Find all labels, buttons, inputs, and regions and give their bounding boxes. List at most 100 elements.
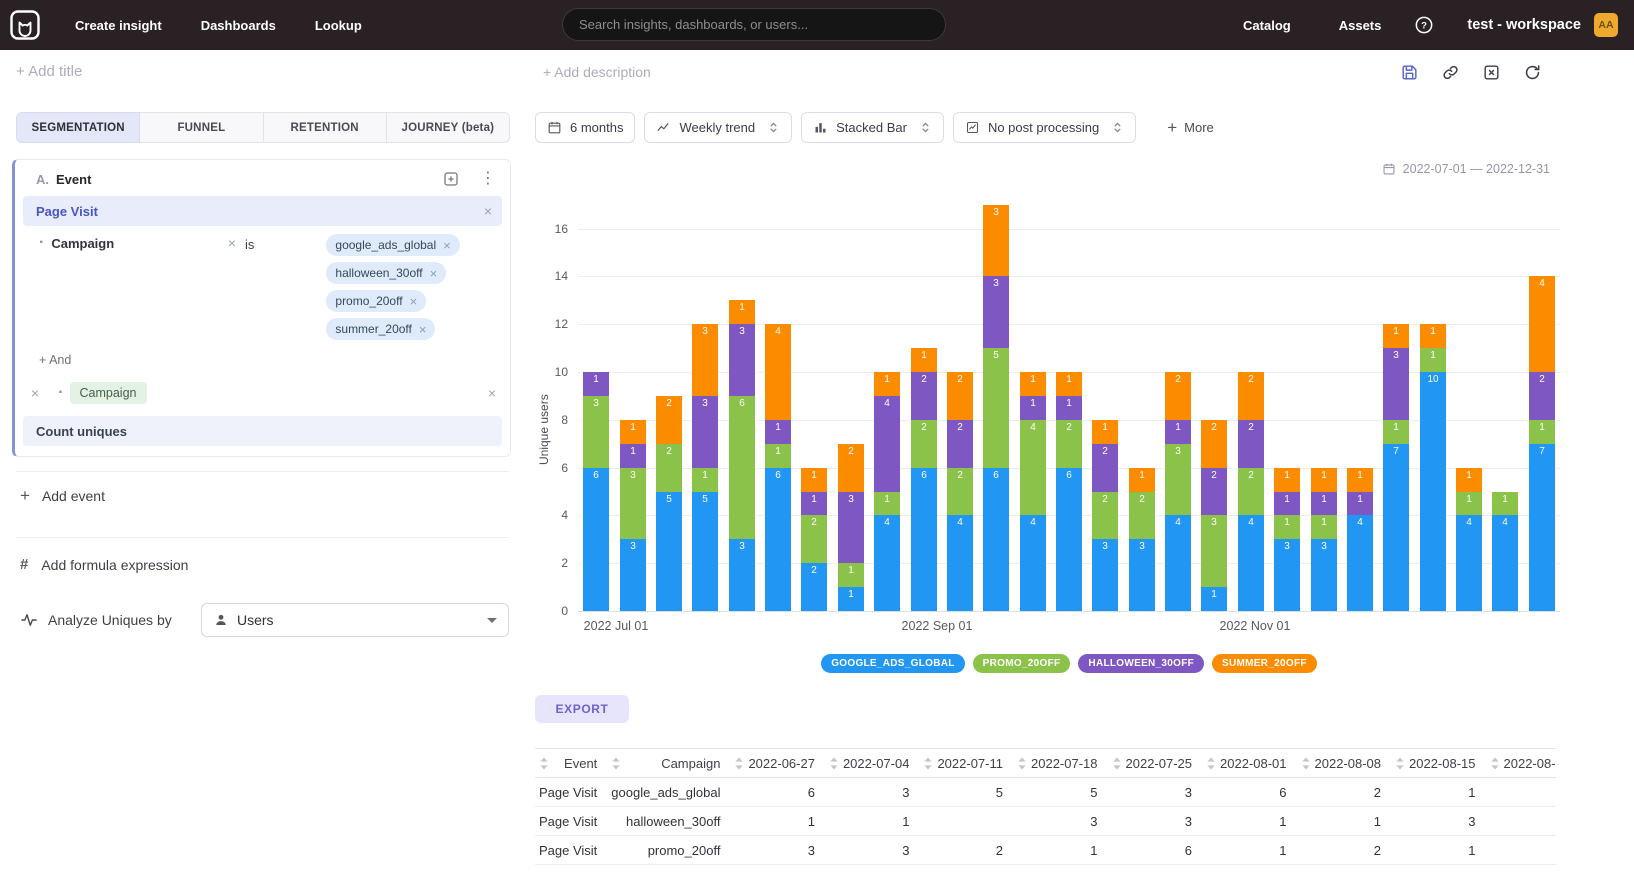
sort-icon[interactable] [829,757,839,770]
filter-value-chip[interactable]: google_ads_global× [326,234,459,256]
remove-event-icon[interactable]: × [484,204,492,218]
bar-segment-promo_20off[interactable] [1020,420,1046,516]
bar-segment-summer_20off[interactable] [1311,468,1337,492]
bar-segment-promo_20off[interactable] [1274,515,1300,539]
search-input[interactable] [579,17,929,32]
column-header[interactable]: 2022-07-11 [919,749,1013,778]
tab-retention[interactable]: RETENTION [263,112,387,143]
bar-segment-promo_20off[interactable] [656,444,682,492]
filter-value-chip[interactable]: promo_20off× [326,290,426,312]
bar-segment-halloween_30off[interactable] [1311,492,1337,516]
help-icon[interactable]: ? [1414,15,1434,35]
filter-value-chip[interactable]: summer_20off× [326,318,435,340]
legend-pill-halloween_30off[interactable]: HALLOWEEN_30OFF [1078,654,1204,673]
column-header[interactable]: 2022-07-25 [1108,749,1203,778]
bar-segment-summer_20off[interactable] [1347,468,1373,492]
bar-segment-promo_20off[interactable] [692,468,718,492]
tab-journey-beta[interactable]: JOURNEY (beta) [386,112,510,143]
filter-operator[interactable]: is [245,237,254,252]
legend-pill-google_ads_global[interactable]: GOOGLE_ADS_GLOBAL [821,654,964,673]
column-header[interactable]: 2022-08-22 [1486,749,1557,778]
tab-funnel[interactable]: FUNNEL [139,112,263,143]
remove-chip-icon[interactable]: × [443,239,451,252]
bar-segment-google_ads_global[interactable] [1020,515,1046,611]
bar-segment-halloween_30off[interactable] [1056,396,1082,420]
filter-property[interactable]: Campaign [51,236,114,251]
add-event-button[interactable]: + Add event [0,472,511,519]
bar-segment-summer_20off[interactable] [1456,468,1482,492]
bar-segment-halloween_30off[interactable] [1165,420,1191,444]
chart-type-select[interactable]: Stacked Bar [801,112,944,143]
bar-segment-google_ads_global[interactable] [1311,539,1337,611]
legend-pill-summer_20off[interactable]: SUMMER_20OFF [1212,654,1317,673]
bar-segment-google_ads_global[interactable] [656,492,682,611]
bar-segment-halloween_30off[interactable] [620,444,646,468]
column-header[interactable]: 2022-06-27 [730,749,825,778]
post-processing-select[interactable]: No post processing [953,112,1136,143]
bar-segment-halloween_30off[interactable] [1092,444,1118,492]
remove-chip-icon[interactable]: × [430,267,438,280]
bar-segment-google_ads_global[interactable] [874,515,900,611]
bar-segment-summer_20off[interactable] [801,468,827,492]
remove-chip-icon[interactable]: × [410,295,418,308]
bar-segment-promo_20off[interactable] [911,420,937,468]
bar-segment-summer_20off[interactable] [765,324,791,420]
bar-segment-promo_20off[interactable] [1165,444,1191,516]
analyze-by-select[interactable]: Users [201,603,509,637]
sort-icon[interactable] [1017,757,1027,770]
sort-icon[interactable] [539,757,549,770]
bar-segment-summer_20off[interactable] [1238,372,1264,420]
bar-segment-promo_20off[interactable] [1311,515,1337,539]
workspace-name[interactable]: test - workspace [1467,17,1581,33]
bar-segment-promo_20off[interactable] [1201,515,1227,587]
sort-icon[interactable] [734,757,744,770]
column-header[interactable]: 2022-08-08 [1297,749,1392,778]
bar-segment-summer_20off[interactable] [1274,468,1300,492]
bar-segment-summer_20off[interactable] [1529,276,1555,372]
bar-segment-google_ads_global[interactable] [1492,515,1518,611]
bar-segment-google_ads_global[interactable] [1274,539,1300,611]
bar-segment-promo_20off[interactable] [583,396,609,468]
bar-segment-google_ads_global[interactable] [838,587,864,611]
bar-segment-promo_20off[interactable] [1456,492,1482,516]
bar-segment-summer_20off[interactable] [1383,324,1409,348]
bar-segment-halloween_30off[interactable] [911,372,937,420]
nav-item-assets[interactable]: Assets [1339,18,1382,33]
more-button[interactable]: + More [1167,119,1214,136]
bar-segment-halloween_30off[interactable] [692,396,718,468]
column-header[interactable]: 2022-08-01 [1202,749,1297,778]
bar-segment-promo_20off[interactable] [1092,492,1118,540]
bar-segment-summer_20off[interactable] [1201,420,1227,468]
bar-segment-promo_20off[interactable] [620,468,646,540]
filter-value-chip[interactable]: halloween_30off× [326,262,446,284]
sort-icon[interactable] [611,757,621,770]
remove-breakdown-icon[interactable]: × [31,386,39,400]
sort-icon[interactable] [1301,757,1311,770]
remove-breakdown-row-icon[interactable]: × [488,386,496,400]
column-header[interactable]: Event [535,749,607,778]
bar-segment-google_ads_global[interactable] [1129,539,1155,611]
bar-segment-halloween_30off[interactable] [983,276,1009,348]
add-formula-button[interactable]: # Add formula expression [0,538,511,573]
bar-segment-summer_20off[interactable] [729,300,755,324]
column-header[interactable]: 2022-08-15 [1391,749,1486,778]
sort-icon[interactable] [923,757,933,770]
column-header[interactable]: 2022-07-04 [825,749,920,778]
bar-segment-google_ads_global[interactable] [1420,372,1446,611]
date-preset-button[interactable]: 6 months [535,112,635,143]
bar-segment-summer_20off[interactable] [1420,324,1446,348]
bar-segment-google_ads_global[interactable] [983,468,1009,611]
close-frame-icon[interactable] [1482,63,1501,82]
bar-segment-google_ads_global[interactable] [729,539,755,611]
bar-segment-google_ads_global[interactable] [1092,539,1118,611]
bar-segment-summer_20off[interactable] [1020,372,1046,396]
bar-segment-halloween_30off[interactable] [583,372,609,396]
breakdown-property-chip[interactable]: Campaign [70,382,147,404]
bar-segment-halloween_30off[interactable] [874,396,900,492]
bar-segment-promo_20off[interactable] [729,396,755,539]
bar-segment-halloween_30off[interactable] [1201,468,1227,516]
bar-segment-summer_20off[interactable] [947,372,973,420]
bar-segment-summer_20off[interactable] [1092,420,1118,444]
bar-segment-summer_20off[interactable] [692,324,718,396]
bar-segment-google_ads_global[interactable] [1383,444,1409,611]
